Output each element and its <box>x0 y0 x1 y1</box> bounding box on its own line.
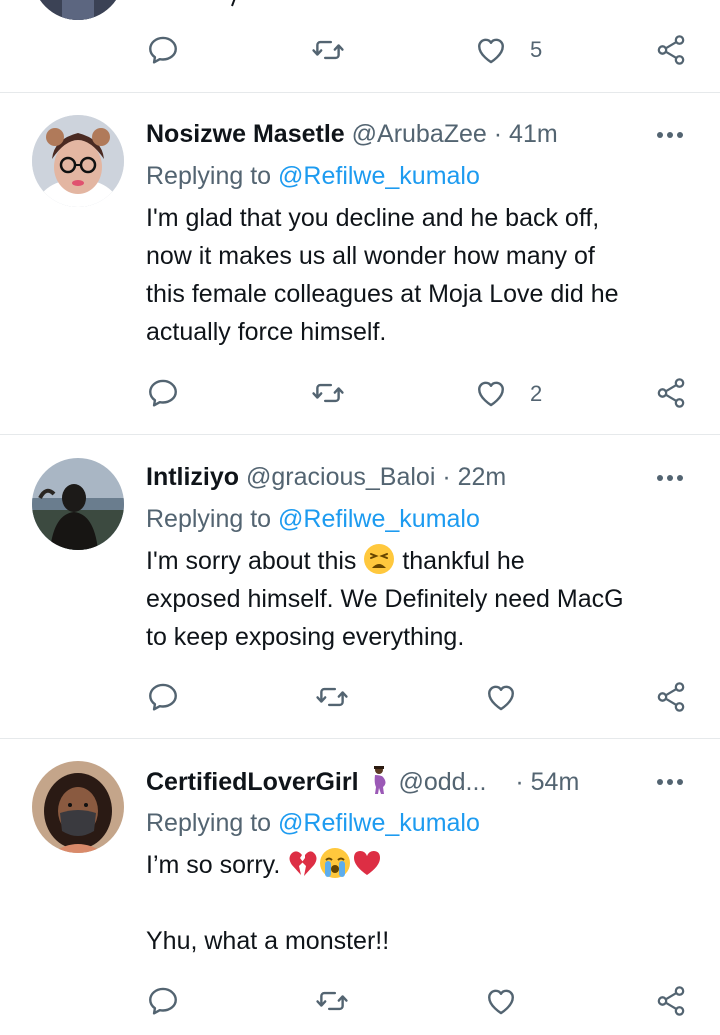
replying-to: Replying to @Refilwe_kumalo <box>146 807 480 839</box>
avatar-partial[interactable] <box>32 0 124 20</box>
tweet-header: Intliziyo @gracious_Baloi · 22m <box>146 461 506 493</box>
replying-prefix: Replying to <box>146 809 279 837</box>
tweet-text-segment: I'm sorry about this <box>146 547 357 575</box>
partial-text-fragment <box>228 0 242 8</box>
tweet-text: I'm sorry about this thankful he exposed… <box>146 542 706 656</box>
reply-icon[interactable] <box>146 33 180 67</box>
red-heart-emoji <box>351 847 383 879</box>
user-handle[interactable]: @odd... <box>398 768 486 796</box>
tweet-text-line: this female colleagues at Moja Love did … <box>146 280 619 308</box>
more-dots-icon[interactable] <box>654 775 686 787</box>
reply-icon[interactable] <box>146 376 180 410</box>
retweet-icon[interactable] <box>315 680 349 714</box>
mention-link[interactable]: @Refilwe_kumalo <box>278 809 480 837</box>
avatar[interactable] <box>32 458 124 550</box>
display-name[interactable]: Intliziyo <box>146 463 239 491</box>
tweet-text-line: Yhu, what a monster!! <box>146 927 390 955</box>
heart-icon[interactable] <box>474 33 508 67</box>
timestamp[interactable]: 41m <box>509 120 558 148</box>
user-handle[interactable]: @ArubaZee <box>352 120 487 148</box>
separator-dot: · <box>493 120 503 148</box>
heart-icon[interactable] <box>484 680 518 714</box>
tweet-text-line: to keep exposing everything. <box>146 623 465 651</box>
replying-prefix: Replying to <box>146 505 279 533</box>
mention-link[interactable]: @Refilwe_kumalo <box>278 505 480 533</box>
separator-dot: · <box>515 768 524 796</box>
like-count: 2 <box>530 381 543 406</box>
tweet-text-segment: I’m so sorry. <box>146 851 281 879</box>
more-dots-icon[interactable] <box>654 471 686 483</box>
tweet-text: I'm glad that you decline and he back of… <box>146 199 706 351</box>
avatar[interactable] <box>32 115 124 207</box>
divider <box>0 738 720 739</box>
divider <box>0 434 720 435</box>
tweet-text-line: exposed himself. We Definitely need MacG <box>146 585 624 613</box>
mention-link[interactable]: @Refilwe_kumalo <box>278 162 480 190</box>
loudly-crying-face-emoji <box>319 847 351 879</box>
share-icon[interactable] <box>654 376 688 410</box>
tweet-header: CertifiedLoverGirl @odd... · 54m <box>146 765 579 798</box>
display-name[interactable]: CertifiedLoverGirl <box>146 768 359 796</box>
share-icon[interactable] <box>654 33 688 67</box>
broken-heart-emoji <box>287 847 319 879</box>
retweet-icon[interactable] <box>311 33 345 67</box>
user-handle[interactable]: @gracious_Baloi <box>246 463 435 491</box>
replying-to: Replying to @Refilwe_kumalo <box>146 160 480 192</box>
retweet-icon[interactable] <box>315 984 349 1018</box>
display-name[interactable]: Nosizwe Masetle <box>146 120 345 148</box>
more-dots-icon[interactable] <box>654 128 686 140</box>
tweet-header: Nosizwe Masetle @ArubaZee · 41m <box>146 118 558 150</box>
heart-icon[interactable] <box>484 984 518 1018</box>
share-icon[interactable] <box>654 984 688 1018</box>
replying-prefix: Replying to <box>146 162 279 190</box>
timestamp[interactable]: 22m <box>458 463 507 491</box>
retweet-icon[interactable] <box>311 376 345 410</box>
avatar[interactable] <box>32 761 124 853</box>
like-count: 5 <box>530 37 543 62</box>
tired-face-emoji <box>363 543 395 575</box>
tweet-text: I’m so sorry. Yhu, what a monster!! <box>146 846 706 960</box>
reply-icon[interactable] <box>146 680 180 714</box>
tweet-text-line: I'm sorry about this thankful he <box>146 542 706 580</box>
timestamp[interactable]: 54m <box>531 768 580 796</box>
separator-dot: · <box>442 463 451 491</box>
tweet-text-line: I'm glad that you decline and he back of… <box>146 204 600 232</box>
divider <box>0 92 720 93</box>
pregnant-woman-emoji <box>366 765 392 795</box>
tweet-text-line: I’m so sorry. <box>146 846 706 884</box>
heart-icon[interactable] <box>474 376 508 410</box>
replying-to: Replying to @Refilwe_kumalo <box>146 503 480 535</box>
tweet-text-line: now it makes us all wonder how many of <box>146 242 595 270</box>
tweet-text-segment: thankful he <box>402 547 525 575</box>
tweet-text-line: actually force himself. <box>146 318 387 346</box>
share-icon[interactable] <box>654 680 688 714</box>
reply-icon[interactable] <box>146 984 180 1018</box>
